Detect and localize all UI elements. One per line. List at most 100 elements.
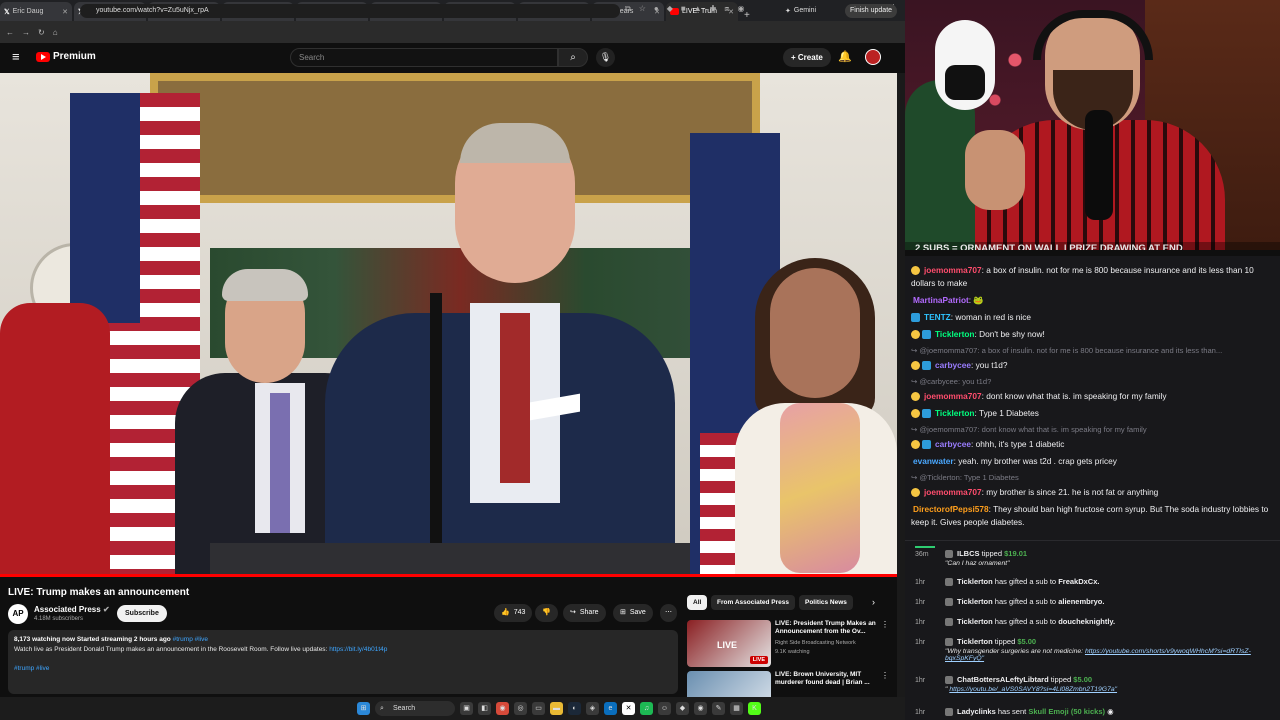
hamburger-menu-icon[interactable]: ≡	[12, 50, 24, 65]
account-avatar[interactable]	[865, 49, 881, 65]
event-user[interactable]: ILBCS	[957, 549, 980, 558]
related-title[interactable]: LIVE: Brown University, MIT murderer fou…	[775, 671, 883, 687]
chip-next-chevron-icon[interactable]: ›	[872, 597, 875, 607]
app-icon[interactable]: ✎	[712, 702, 725, 715]
create-button[interactable]: + Create	[783, 48, 831, 67]
app-icon[interactable]: ◎	[514, 702, 527, 715]
task-view-icon[interactable]: ▣	[460, 702, 473, 715]
chat-username[interactable]: Ticklerton	[935, 329, 975, 339]
description-tags[interactable]: #trump #live	[173, 636, 208, 643]
chat-username[interactable]: carbycee	[935, 360, 971, 370]
chat-message[interactable]: joemomma707: dont know what that is. im …	[911, 390, 1274, 403]
chat-username[interactable]: carbycee	[935, 439, 971, 449]
app-icon[interactable]: ▦	[730, 702, 743, 715]
save-button[interactable]: ⊞ Save	[613, 604, 653, 622]
chat-message[interactable]: evanwater: yeah. my brother was t2d . cr…	[911, 455, 1274, 468]
chat-message[interactable]: TENTZ: woman in red is nice	[911, 311, 1274, 324]
related-channel[interactable]: Right Side Broadcasting Network	[775, 640, 856, 646]
chat-username[interactable]: joemomma707	[924, 265, 982, 275]
dislike-button[interactable]: 👎	[535, 604, 558, 622]
extension-icon[interactable]: ●	[654, 4, 659, 14]
spotify-icon[interactable]: ♫	[640, 702, 653, 715]
extension-icon[interactable]: ■	[681, 4, 686, 14]
chat-message[interactable]: joemomma707: a box of insulin. not for m…	[911, 264, 1274, 290]
edge-icon[interactable]: e	[604, 702, 617, 715]
chat-message[interactable]: DirectorofPepsi578: They should ban high…	[911, 503, 1274, 529]
description-link[interactable]: https://bit.ly/4b01t4p	[329, 646, 387, 653]
search-input[interactable]: Search	[290, 48, 558, 67]
reload-icon[interactable]: ↻	[38, 28, 45, 37]
app-icon[interactable]: ✕	[622, 702, 635, 715]
subscribe-button[interactable]: Subscribe	[117, 605, 167, 622]
related-video[interactable]: LIVE LIVE LIVE: President Trump Makes an…	[687, 620, 897, 668]
terminal-icon[interactable]: ▭	[532, 702, 545, 715]
puzzle-icon[interactable]: ⧈	[724, 4, 729, 14]
related-video[interactable]: LIVE: Brown University, MIT murderer fou…	[687, 671, 897, 697]
channel-avatar[interactable]: AP	[8, 604, 28, 624]
chat-message[interactable]: carbycee: ohhh, it's type 1 diabetic	[911, 438, 1274, 451]
more-actions-button[interactable]: ⋯	[660, 604, 677, 622]
chip-from-associated-press[interactable]: From Associated Press	[711, 595, 796, 610]
gift-target[interactable]: FreakDxCx.	[1058, 577, 1099, 586]
url-field[interactable]: youtube.com/watch?v=Zu5uNjx_rpA	[80, 4, 620, 18]
chat-username[interactable]: Ticklerton	[935, 408, 975, 418]
like-button[interactable]: 👍 743	[494, 604, 533, 622]
event-user[interactable]: Ladyclinks	[957, 707, 996, 716]
chat-message[interactable]: Ticklerton: Don't be shy now!	[911, 328, 1274, 341]
event-user[interactable]: ChatBottersALeftyLibtard	[957, 675, 1049, 684]
event-user[interactable]: Ticklerton	[957, 637, 993, 646]
widgets-icon[interactable]: ◧	[478, 702, 491, 715]
chip-all[interactable]: All	[687, 595, 708, 610]
chat-username[interactable]: MartinaPatriot	[913, 295, 969, 305]
home-icon[interactable]: ⌂	[53, 28, 58, 37]
chrome-icon[interactable]: ◉	[496, 702, 509, 715]
microphone-icon[interactable]: 🎙	[596, 48, 615, 67]
related-title[interactable]: LIVE: President Trump Makes an Announcem…	[775, 620, 883, 636]
bookmark-star-icon[interactable]: ☆	[639, 4, 646, 14]
chat-username[interactable]: TENTZ	[924, 312, 951, 322]
app-icon[interactable]: ☺	[658, 702, 671, 715]
related-more-icon[interactable]: ⋮	[881, 620, 889, 629]
chat-message[interactable]: MartinaPatriot: 🐸	[911, 294, 1274, 307]
video-progress-bar[interactable]	[0, 574, 897, 577]
description-footer-tags[interactable]: #trump #live	[14, 665, 672, 672]
event-note-link[interactable]: https://youtu.be/_aVS0SAVY8?si=4Ll08Zmbn…	[949, 686, 1117, 693]
profile-icon[interactable]: ◉	[737, 4, 744, 14]
install-icon[interactable]: ⧉	[625, 4, 631, 14]
video-player[interactable]	[0, 73, 897, 577]
browser-tab[interactable]: 𝕏Eric Daug ✕	[0, 2, 72, 21]
extension-icon[interactable]: ◆	[667, 4, 673, 14]
chat-message[interactable]: Ticklerton: Type 1 Diabetes	[911, 407, 1274, 420]
chip-politics-news[interactable]: Politics News	[799, 595, 853, 610]
chat-username[interactable]: evanwater	[913, 456, 954, 466]
file-explorer-icon[interactable]: ▬	[550, 702, 563, 715]
notifications-bell-icon[interactable]: 🔔	[838, 50, 852, 63]
windows-start-icon[interactable]: ⊞	[357, 702, 370, 715]
chat-username[interactable]: DirectorofPepsi578	[913, 504, 989, 514]
forward-icon[interactable]: →	[22, 28, 30, 37]
steam-icon[interactable]: ◐	[568, 702, 581, 715]
event-user[interactable]: Ticklerton	[957, 617, 993, 626]
share-button[interactable]: ↪ Share	[563, 604, 606, 622]
taskbar-search[interactable]: ⌕ Search	[375, 701, 455, 716]
page-scrollbar[interactable]	[897, 73, 905, 697]
related-thumbnail[interactable]	[687, 671, 771, 697]
chat-message[interactable]: joemomma707: my brother is since 21. he …	[911, 486, 1274, 499]
gift-target[interactable]: alienembryo.	[1058, 597, 1104, 606]
kick-icon[interactable]: K	[748, 702, 761, 715]
related-thumbnail[interactable]: LIVE LIVE	[687, 620, 771, 667]
back-icon[interactable]: ←	[6, 28, 14, 37]
chat-username[interactable]: joemomma707	[924, 487, 982, 497]
channel-name[interactable]: Associated Press ✔	[34, 605, 110, 614]
tab-close-icon[interactable]: ✕	[62, 8, 68, 16]
app-icon[interactable]: ◈	[586, 702, 599, 715]
finish-update-button[interactable]: Finish update	[845, 4, 898, 18]
gemini-button[interactable]: ✦ Gemini	[785, 2, 835, 19]
extension-icon[interactable]: ✚	[710, 4, 717, 14]
event-user[interactable]: Ticklerton	[957, 577, 993, 586]
app-icon[interactable]: ◆	[676, 702, 689, 715]
youtube-logo[interactable]: Premium	[36, 51, 96, 62]
chat-username[interactable]: joemomma707	[924, 391, 982, 401]
extension-icon[interactable]: ▲	[694, 4, 702, 14]
gift-target[interactable]: doucheknightly.	[1058, 617, 1115, 626]
